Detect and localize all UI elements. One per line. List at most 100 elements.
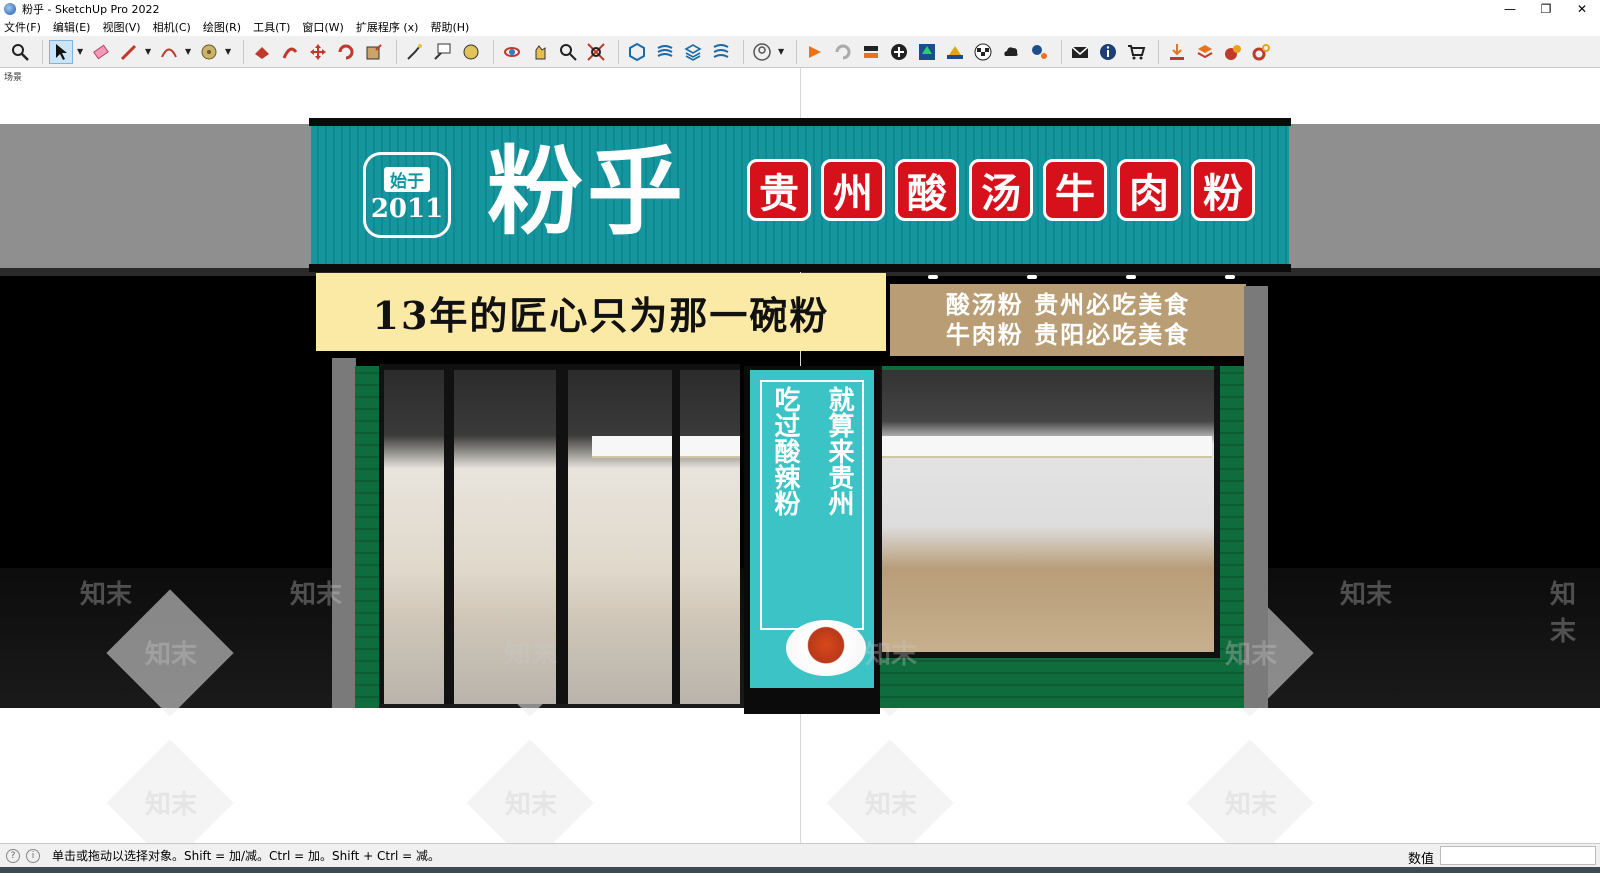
toolbar-separator [743,39,744,64]
watermark-text: 知末 [865,640,918,670]
mail-icon[interactable] [1068,40,1092,64]
toolbar-separator [796,39,797,64]
tree-icon[interactable] [915,40,939,64]
door-frame [380,364,740,370]
menu-edit[interactable]: 编辑(E) [53,19,91,35]
close-button[interactable]: ✕ [1564,0,1600,18]
toolbar-separator [396,39,397,64]
totem-text-right: 就算来贵州 [824,386,854,516]
door-frame [380,368,384,704]
left-post [332,358,356,708]
restore-button[interactable]: ❐ [1528,0,1564,18]
since-badge: 始于 2011 [363,152,451,238]
door-frame [672,368,680,704]
side-sign-line-2: 牛肉粉 贵阳必吃美食 [945,321,1191,349]
stack-icon[interactable] [1193,40,1217,64]
watermark-text: 知末 [145,640,198,670]
menu-file[interactable]: 文件(F) [4,19,41,35]
chevron-down-icon[interactable]: ▼ [778,47,786,56]
downlight [1126,275,1136,279]
layer-icon[interactable] [681,40,705,64]
watermark-text: 知末 [505,640,558,670]
render-icon[interactable] [803,40,827,64]
menu-camera[interactable]: 相机(C) [153,19,191,35]
watermark-text: 知末 [865,790,918,820]
model-viewport[interactable]: 场景 始于 2011 粉乎 贵 州 酸 汤 牛 肉 粉 13年的匠心只为那一碗粉… [0,68,1600,843]
texture-icon[interactable] [1221,40,1245,64]
send-icon[interactable] [859,40,883,64]
orbit-icon[interactable] [500,40,524,64]
side-sign: 酸汤粉 贵州必吃美食 牛肉粉 贵阳必吃美食 [890,284,1246,356]
zoom-extents-icon[interactable] [584,40,608,64]
import-icon[interactable] [1165,40,1189,64]
info-icon[interactable] [1096,40,1120,64]
tape-icon[interactable] [197,40,221,64]
chevron-down-icon[interactable]: ▼ [145,47,153,56]
warehouse-icon[interactable] [625,40,649,64]
settings-icon[interactable] [1027,40,1051,64]
noodle-bowl-image [786,620,866,676]
pencil-icon[interactable] [117,40,141,64]
checker-icon[interactable] [971,40,995,64]
window-frame [1214,366,1220,656]
scale-icon[interactable] [362,40,386,64]
interior-menu-board [882,436,1212,458]
user-icon[interactable] [750,40,774,64]
zoom-window-icon[interactable] [556,40,580,64]
terrain-icon[interactable] [943,40,967,64]
toolbar-separator [493,39,494,64]
protractor-icon[interactable] [459,40,483,64]
dimension-icon[interactable] [431,40,455,64]
cart-icon[interactable] [1124,40,1148,64]
red-char-box: 汤 [969,159,1033,221]
interior-menu-board [592,436,740,458]
measurements-label: 数值 [1407,852,1434,867]
slogan-sign: 13年的匠心只为那一碗粉 [316,273,886,351]
menu-window[interactable]: 窗口(W) [302,19,343,35]
arc-icon[interactable] [157,40,181,64]
zoom-icon[interactable] [8,40,32,64]
move-icon[interactable] [306,40,330,64]
door-frame [556,368,568,704]
chevron-down-icon[interactable]: ▼ [185,47,193,56]
eraser-icon[interactable] [89,40,113,64]
add-icon[interactable] [887,40,911,64]
cloud-icon[interactable] [999,40,1023,64]
chevron-down-icon[interactable]: ▼ [77,47,85,56]
status-bar: ? i 单击或拖动以选择对象。Shift = 加/减。Ctrl = 加。Shif… [0,843,1600,867]
gear-icon[interactable] [1249,40,1273,64]
rotate-icon[interactable] [334,40,358,64]
chevron-down-icon[interactable]: ▼ [225,47,233,56]
measurements-input[interactable] [1440,846,1596,865]
pan-icon[interactable] [528,40,552,64]
minimize-button[interactable]: — [1492,0,1528,18]
select-icon[interactable] [49,39,73,64]
text-icon[interactable] [403,40,427,64]
menu-tools[interactable]: 工具(T) [253,19,290,35]
extension-icon[interactable] [653,40,677,64]
menu-draw[interactable]: 绘图(R) [203,19,241,35]
downlight [928,275,938,279]
paint-icon[interactable] [250,40,274,64]
geo-location-icon[interactable]: ? [6,848,20,863]
push-pull-icon[interactable] [278,40,302,64]
red-char-box: 牛 [1043,159,1107,221]
canopy-bottom [309,264,1291,272]
menu-view[interactable]: 视图(V) [102,19,140,35]
status-hint: 单击或拖动以选择对象。Shift = 加/减。Ctrl = 加。Shift + … [52,849,441,863]
scene-tab[interactable]: 场景 [4,70,22,83]
info-status-icon[interactable]: i [26,848,40,863]
red-char-box: 酸 [895,159,959,221]
menu-help[interactable]: 帮助(H) [430,19,469,35]
watermark-text: 知末 [1225,790,1278,820]
menu-bar: 文件(F) 编辑(E) 视图(V) 相机(C) 绘图(R) 工具(T) 窗口(W… [0,18,1600,36]
section-icon[interactable] [709,40,733,64]
badge-top-text: 始于 [384,166,430,192]
left-green-pillar [355,366,379,708]
refresh-icon[interactable] [831,40,855,64]
menu-extensions[interactable]: 扩展程序 (x) [356,19,419,35]
red-char-box: 贵 [747,159,811,221]
toolbar-separator [618,39,619,64]
toolbar-separator [1061,39,1062,64]
watermark-text: 知末 [1225,640,1278,670]
